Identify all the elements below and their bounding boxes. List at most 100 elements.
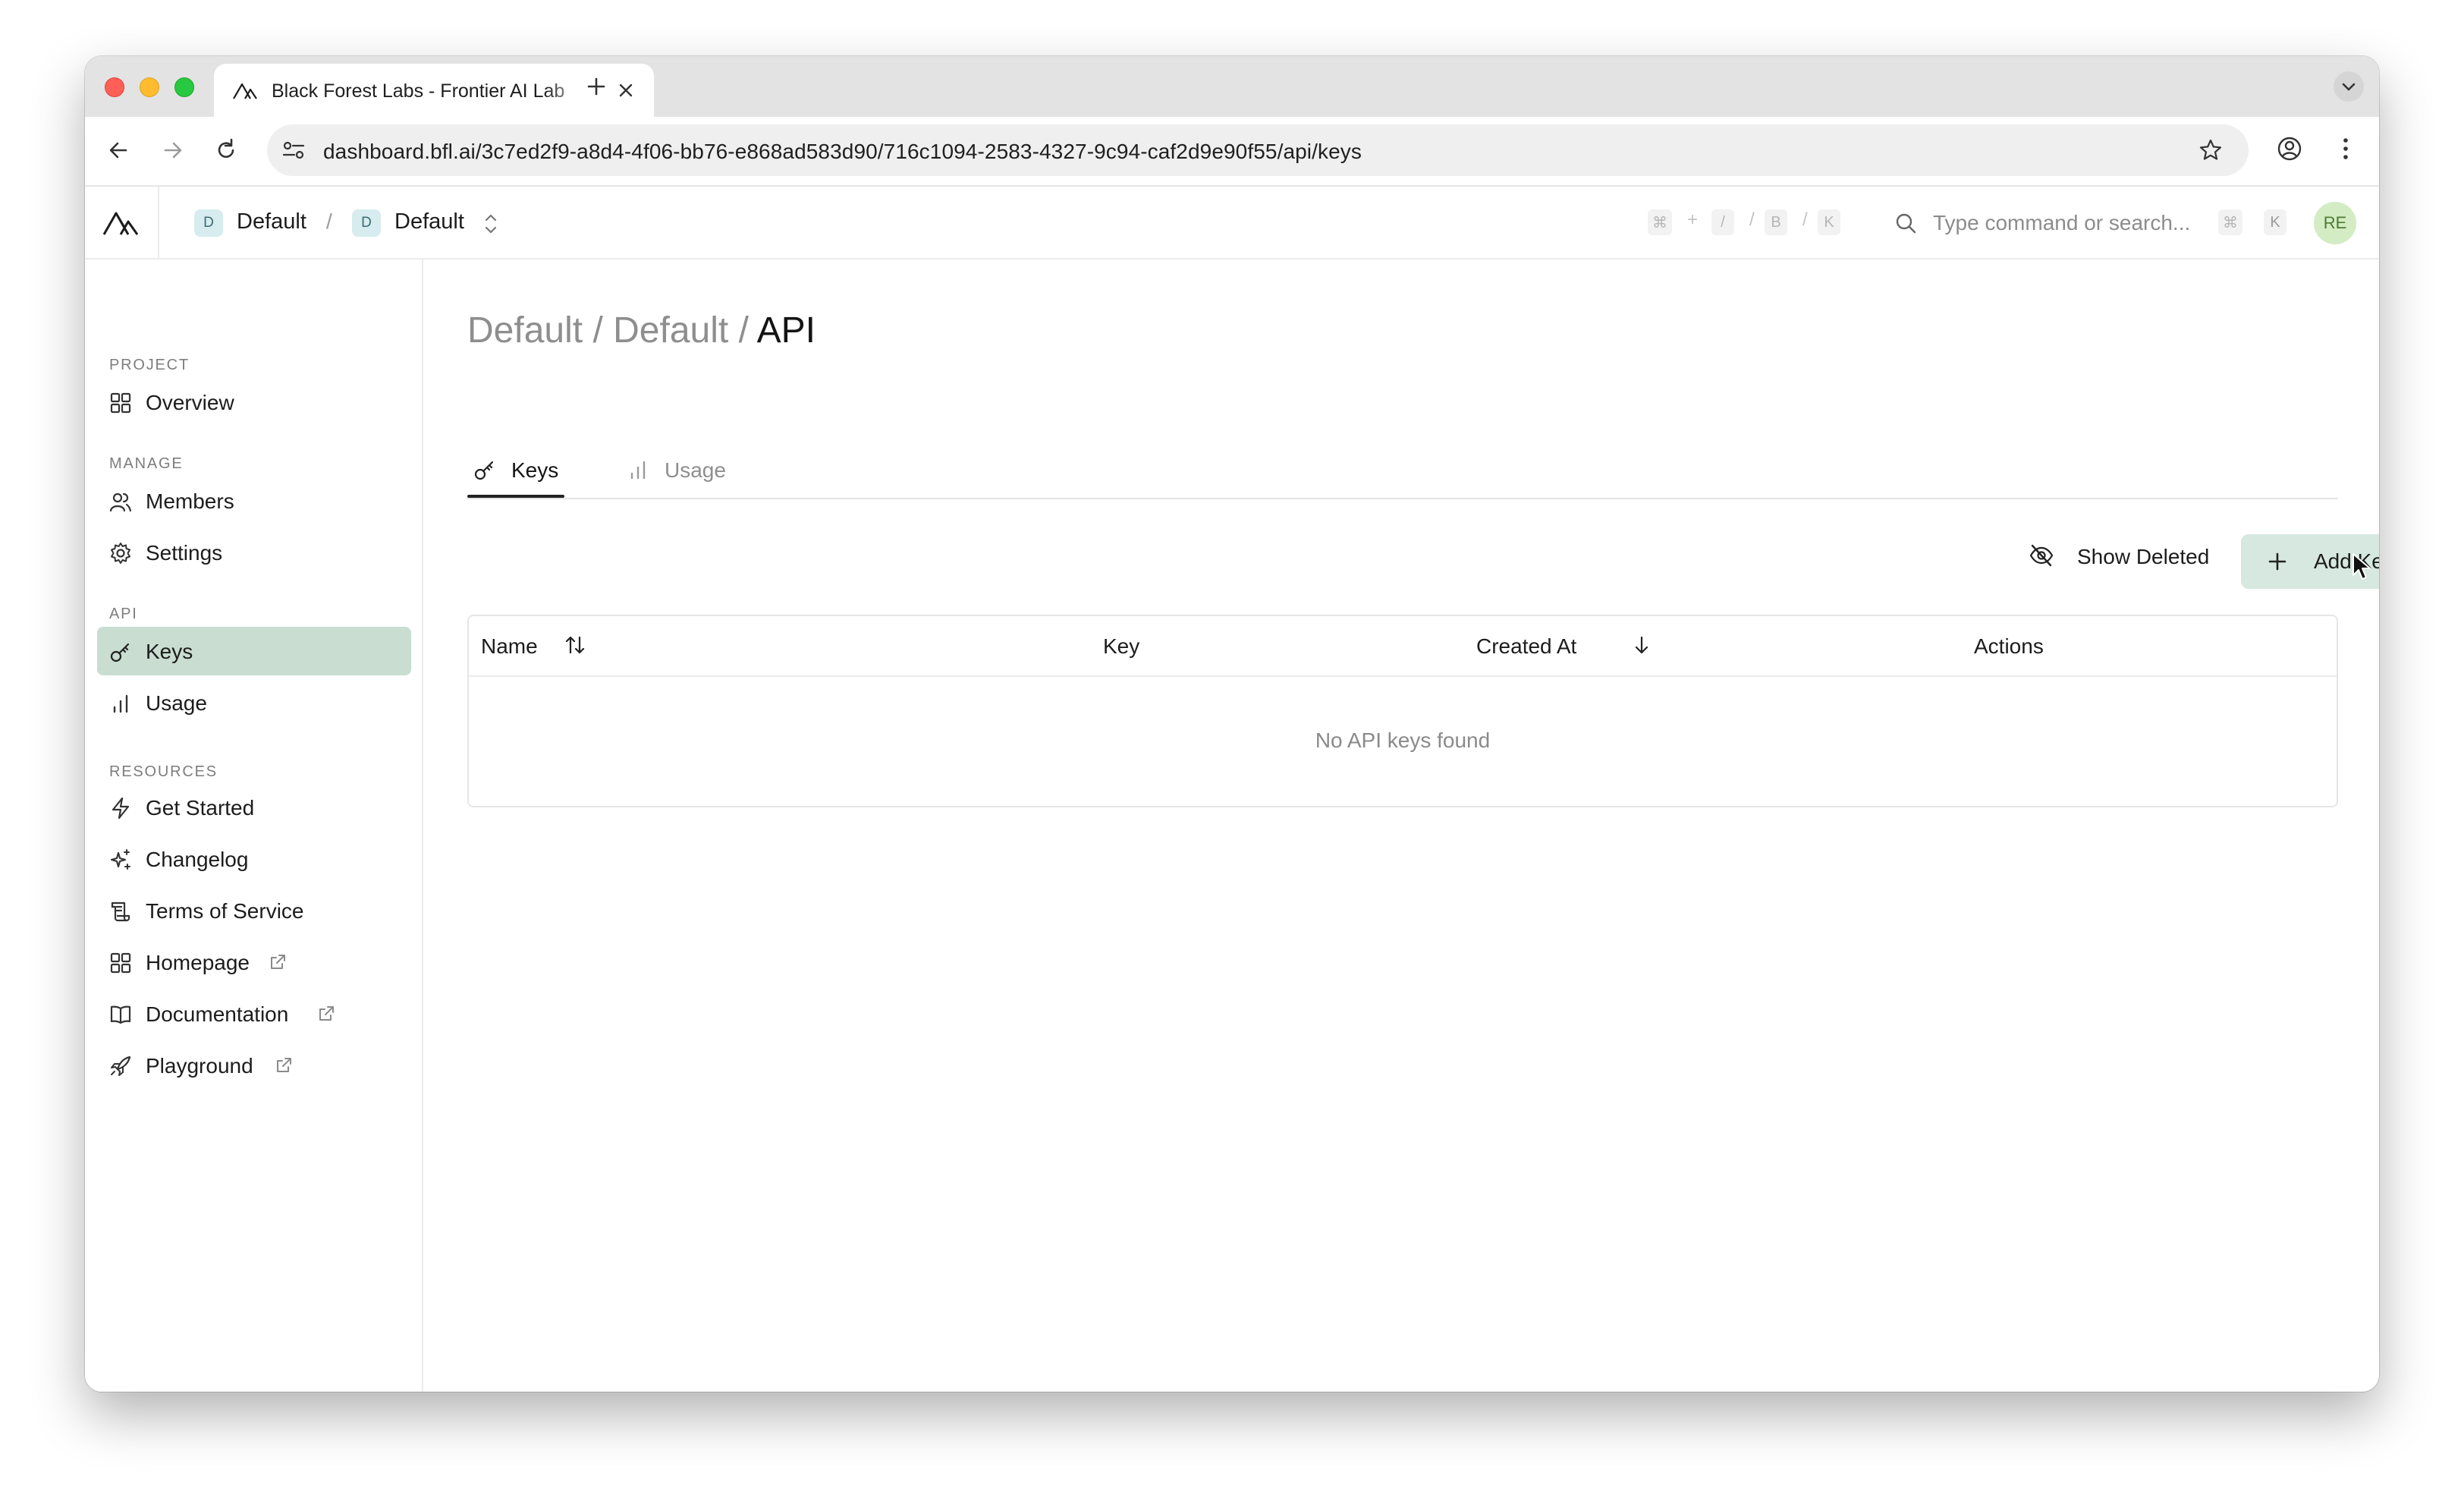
scroll-icon — [111, 901, 130, 922]
tab-keys[interactable]: Keys — [469, 449, 563, 495]
external-link-icon — [271, 955, 285, 969]
arrow-down-icon[interactable] — [1630, 633, 1654, 657]
browser-tab-strip: Black Forest Labs - Frontier AI Lab — [85, 56, 2379, 117]
breadcrumb-current: API — [756, 310, 816, 351]
tab-usage[interactable]: Usage — [622, 449, 728, 495]
show-deleted-label: Show Deleted — [2077, 545, 2210, 568]
sidebar-item-changelog[interactable]: Changelog — [97, 835, 411, 883]
shortcut-key: B — [1765, 209, 1787, 235]
section-label-resources: RESOURCES — [109, 763, 218, 780]
sidebar-item-label: Terms of Service — [146, 899, 304, 923]
url-text: dashboard.bfl.ai/3c7ed2f9-a8d4-4f06-bb76… — [323, 140, 1362, 163]
user-avatar[interactable]: RE — [2314, 202, 2356, 244]
shortcut-separator: / — [1749, 209, 1755, 230]
sidebar-item-label: Members — [146, 489, 234, 513]
tabs-divider — [467, 498, 2338, 499]
external-link-icon — [319, 1006, 334, 1021]
sidebar-item-documentation[interactable]: Documentation — [97, 990, 411, 1038]
active-tab-indicator — [467, 495, 564, 498]
api-keys-table: Name Key Created At Actions No API keys … — [467, 615, 2338, 807]
book-icon — [110, 1005, 131, 1024]
section-label-manage: MANAGE — [109, 455, 184, 472]
org-switcher[interactable]: Default — [237, 209, 306, 234]
sidebar-item-overview[interactable]: Overview — [97, 378, 411, 426]
sidebar-item-playground[interactable]: Playground — [97, 1041, 411, 1090]
tab-label: Usage — [665, 458, 726, 482]
org-badge: D — [194, 209, 223, 237]
bar-chart-icon — [630, 461, 646, 480]
tab-search-button[interactable] — [2334, 71, 2364, 102]
command-search-input[interactable]: Type command or search... — [1933, 211, 2190, 235]
browser-window: Black Forest Labs - Frontier AI Lab dash… — [85, 56, 2379, 1392]
maximize-window-button[interactable] — [174, 77, 194, 97]
more-options-icon[interactable] — [2330, 134, 2361, 164]
bookmark-star-icon[interactable] — [2197, 137, 2224, 164]
back-arrow-icon[interactable] — [103, 135, 134, 165]
section-label-api: API — [109, 606, 138, 622]
sidebar-item-members[interactable]: Members — [97, 477, 411, 525]
sidebar-item-label: Settings — [146, 541, 223, 565]
reload-icon[interactable] — [211, 135, 241, 165]
main-content: Default / Default / API Keys Usage Show … — [423, 260, 2379, 1392]
project-badge: D — [352, 209, 381, 237]
gear-icon — [111, 543, 130, 564]
shortcut-separator: / — [1802, 209, 1808, 230]
close-tab-icon[interactable] — [616, 80, 636, 100]
section-label-project: PROJECT — [109, 357, 190, 373]
tab-label: Keys — [511, 458, 559, 482]
sort-arrows-icon[interactable] — [563, 633, 587, 657]
eye-off-icon — [2029, 544, 2054, 567]
close-window-button[interactable] — [105, 77, 124, 97]
sidebar-item-label: Homepage — [146, 951, 250, 974]
chevron-down-icon — [2342, 83, 2356, 91]
sidebar-item-label: Get Started — [146, 796, 255, 820]
table-header: Name Key Created At Actions — [469, 616, 2337, 677]
sidebar-item-homepage[interactable]: Homepage — [97, 938, 411, 986]
page-title: Default / Default / API — [467, 310, 816, 351]
breadcrumb-separator: / — [738, 310, 749, 351]
shortcut-key: K — [1818, 209, 1840, 235]
column-header-key: Key — [1103, 634, 1140, 658]
sidebar-item-label: Overview — [146, 391, 234, 414]
site-settings-icon[interactable] — [281, 138, 306, 162]
sidebar-item-keys[interactable]: Keys — [97, 627, 411, 675]
sidebar-item-get-started[interactable]: Get Started — [97, 783, 411, 832]
column-header-created-at[interactable]: Created At — [1476, 634, 1576, 659]
sidebar-item-label: Changelog — [146, 848, 249, 871]
sidebar-item-usage[interactable]: Usage — [97, 678, 411, 727]
users-icon — [109, 492, 132, 512]
forward-arrow-icon[interactable] — [158, 135, 188, 165]
bfl-logo-icon[interactable] — [102, 209, 140, 237]
grid-icon — [110, 952, 131, 974]
sidebar: PROJECT Overview MANAGE Members Settings… — [85, 260, 423, 1392]
project-switcher[interactable]: Default — [394, 209, 464, 234]
key-icon — [474, 461, 494, 480]
new-tab-icon[interactable] — [583, 73, 610, 100]
external-link-icon — [277, 1058, 291, 1072]
header-divider — [158, 187, 159, 260]
empty-state-message: No API keys found — [1315, 728, 1491, 752]
profile-icon[interactable] — [2274, 134, 2305, 164]
column-header-name[interactable]: Name — [481, 634, 538, 659]
breadcrumb-separator: / — [592, 310, 603, 351]
show-deleted-toggle[interactable]: Show Deleted — [2012, 533, 2224, 578]
rocket-icon — [111, 1056, 131, 1076]
sidebar-item-label: Playground — [146, 1054, 253, 1078]
sparkles-icon — [110, 849, 130, 870]
search-shortcut-key: ⌘ — [2218, 209, 2242, 235]
breadcrumb-org[interactable]: Default — [467, 310, 583, 351]
bar-chart-icon — [113, 694, 128, 713]
sidebar-item-label: Documentation — [146, 1002, 289, 1026]
chevrons-up-down-icon[interactable] — [479, 211, 502, 237]
sidebar-item-settings[interactable]: Settings — [97, 528, 411, 577]
sidebar-item-terms[interactable]: Terms of Service — [97, 886, 411, 935]
tab-title: Black Forest Labs - Frontier AI Lab — [272, 80, 565, 102]
search-shortcut-key: K — [2264, 209, 2286, 235]
address-bar[interactable]: dashboard.bfl.ai/3c7ed2f9-a8d4-4f06-bb76… — [267, 124, 2249, 176]
minimize-window-button[interactable] — [140, 77, 159, 97]
breadcrumb-project[interactable]: Default — [613, 310, 728, 351]
search-icon[interactable] — [1894, 211, 1918, 235]
column-header-actions: Actions — [1974, 634, 2044, 658]
plus-icon — [2268, 552, 2286, 571]
bfl-logo-icon — [233, 83, 257, 99]
